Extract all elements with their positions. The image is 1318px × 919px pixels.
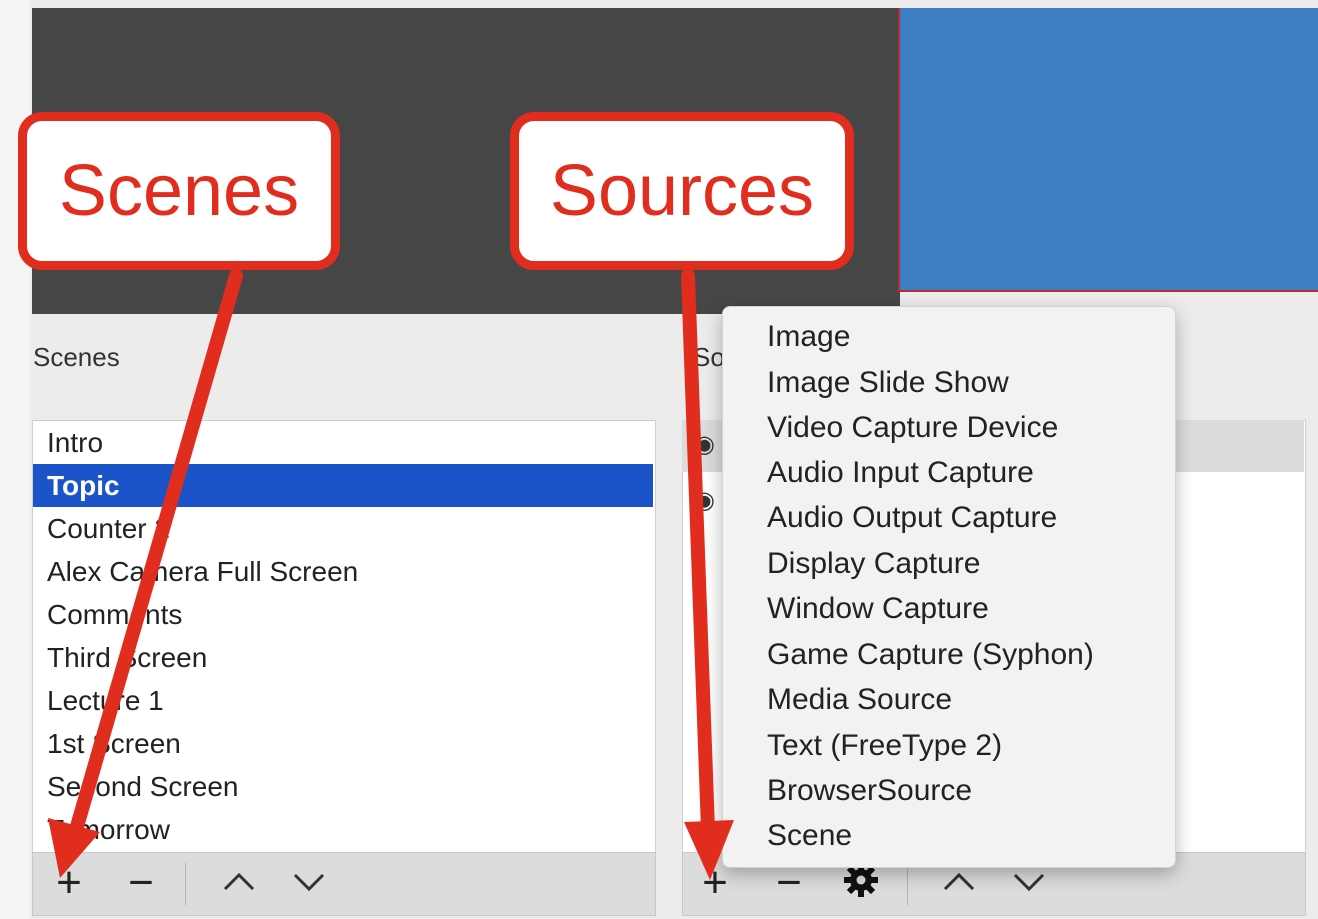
toolbar-divider bbox=[907, 863, 908, 905]
menu-item-audio-output-capture[interactable]: Audio Output Capture bbox=[767, 498, 1057, 538]
menu-item-text-freetype[interactable]: Text (FreeType 2) bbox=[767, 726, 1002, 766]
preview-source-bounds bbox=[898, 8, 1318, 292]
remove-scene-button[interactable]: − bbox=[119, 861, 163, 905]
menu-item-window-capture[interactable]: Window Capture bbox=[767, 589, 989, 629]
menu-item-image-slide-show[interactable]: Image Slide Show bbox=[767, 363, 1009, 403]
chevron-down-icon bbox=[293, 873, 325, 892]
sources-panel-title: So bbox=[693, 342, 725, 372]
scene-item-topic[interactable]: Topic bbox=[33, 464, 653, 507]
scene-item-counter-2[interactable]: Counter 2 bbox=[33, 507, 653, 550]
scenes-callout: Scenes bbox=[18, 112, 340, 270]
menu-item-media-source[interactable]: Media Source bbox=[767, 680, 952, 720]
toolbar-divider bbox=[185, 863, 186, 905]
menu-item-video-capture-device[interactable]: Video Capture Device bbox=[767, 408, 1058, 448]
menu-item-browser-source[interactable]: BrowserSource bbox=[767, 771, 972, 811]
menu-item-scene[interactable]: Scene bbox=[767, 816, 852, 856]
move-source-down-button[interactable] bbox=[1007, 861, 1051, 909]
scene-item-1st-screen[interactable]: 1st Screen bbox=[33, 722, 653, 765]
chevron-up-icon bbox=[223, 872, 255, 891]
menu-item-image[interactable]: Image bbox=[767, 317, 850, 357]
scenes-panel-title: Scenes bbox=[33, 342, 120, 372]
scene-item-third-screen[interactable]: Third Screen bbox=[33, 636, 653, 679]
scene-item-comments[interactable]: Comments bbox=[33, 593, 653, 636]
visibility-eye-icon[interactable]: ◉ bbox=[694, 486, 715, 515]
move-source-up-button[interactable] bbox=[937, 861, 981, 909]
add-source-menu: Image Image Slide Show Video Capture Dev… bbox=[722, 306, 1176, 868]
scene-item-intro[interactable]: Intro bbox=[33, 421, 653, 464]
menu-item-display-capture[interactable]: Display Capture bbox=[767, 544, 980, 584]
menu-item-audio-input-capture[interactable]: Audio Input Capture bbox=[767, 453, 1034, 493]
scenes-list[interactable]: Intro Topic Counter 2 Alex Camera Full S… bbox=[32, 420, 656, 854]
add-scene-button[interactable]: + bbox=[47, 861, 91, 905]
scene-item-lecture-1[interactable]: Lecture 1 bbox=[33, 679, 653, 722]
visibility-eye-icon[interactable]: ◉ bbox=[694, 430, 715, 459]
sources-callout: Sources bbox=[510, 112, 854, 270]
move-scene-up-button[interactable] bbox=[217, 861, 261, 909]
scene-item-second-screen[interactable]: Second Screen bbox=[33, 765, 653, 808]
menu-item-game-capture[interactable]: Game Capture (Syphon) bbox=[767, 635, 1094, 675]
move-scene-down-button[interactable] bbox=[287, 861, 331, 909]
scenes-toolbar: + − bbox=[32, 852, 656, 916]
scene-item-alex-camera[interactable]: Alex Camera Full Screen bbox=[33, 550, 653, 593]
scene-item-tomorrow[interactable]: Tomorrow bbox=[33, 808, 653, 851]
